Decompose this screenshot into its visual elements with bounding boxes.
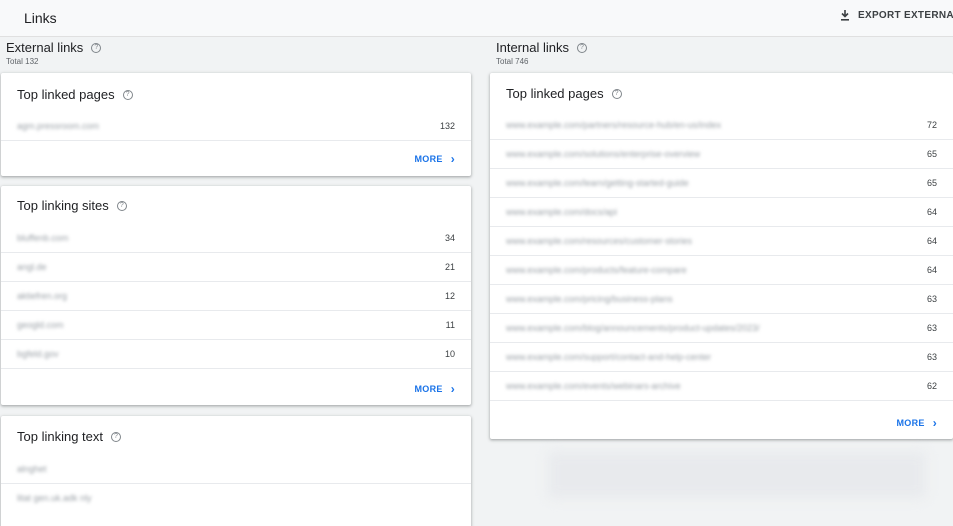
- external-top-linked-pages-card: Top linked pages ? agm.pressroom.com 132…: [1, 73, 471, 176]
- table-row[interactable]: www.example.com/partners/resource-hub/en…: [490, 111, 953, 140]
- row-label: bluffenb.com: [17, 233, 69, 243]
- internal-top-linked-pages-card: Top linked pages ? www.example.com/partn…: [490, 73, 953, 439]
- more-button[interactable]: MORE ›: [414, 381, 456, 396]
- card-title: Top linked pages: [17, 87, 115, 102]
- table-row[interactable]: aktiefren.org 12: [1, 282, 471, 311]
- table-row[interactable]: angl.de 21: [1, 253, 471, 282]
- row-value: 65: [926, 178, 937, 188]
- row-label: angl.de: [17, 262, 47, 272]
- row-label: www.example.com/support/contact-and-help…: [506, 352, 712, 362]
- page-title: Links: [24, 10, 57, 26]
- row-label: agm.pressroom.com: [17, 121, 100, 131]
- row-label: www.example.com/resources/customer-stori…: [506, 236, 693, 246]
- internal-links-total: Total 746: [496, 57, 529, 66]
- row-value: 63: [926, 323, 937, 333]
- row-value: 62: [926, 381, 937, 391]
- row-label: www.example.com/pricing/business-plans: [506, 294, 673, 304]
- table-row[interactable]: alnghet: [1, 455, 471, 484]
- row-label: litat gen.uk.adk nly: [17, 493, 92, 503]
- row-label: aktiefren.org: [17, 291, 68, 301]
- card-title: Top linked pages: [506, 86, 604, 101]
- help-icon[interactable]: ?: [576, 42, 587, 53]
- export-label: EXPORT EXTERNAL LINKS: [858, 10, 953, 21]
- row-value: 63: [926, 294, 937, 304]
- row-label: geogld.com: [17, 320, 64, 330]
- row-label: www.example.com/partners/resource-hub/en…: [506, 120, 722, 130]
- external-links-header: External links? Total 132: [6, 40, 102, 66]
- table-row[interactable]: geogld.com 11: [1, 311, 471, 340]
- chevron-right-icon: ›: [932, 415, 937, 430]
- header-bar: Links EXPORT EXTERNAL LINKS: [0, 0, 953, 37]
- loading-placeholder: [548, 452, 926, 498]
- more-label: MORE: [414, 384, 443, 394]
- help-icon[interactable]: ?: [611, 88, 622, 99]
- table-row[interactable]: bluffenb.com 34: [1, 224, 471, 253]
- row-label: www.example.com/learn/getting-started-gu…: [506, 178, 689, 188]
- table-row[interactable]: www.example.com/support/contact-and-help…: [490, 343, 953, 372]
- table-row[interactable]: www.example.com/events/webinars-archive …: [490, 372, 953, 401]
- download-icon: [841, 10, 849, 21]
- row-value: 72: [926, 120, 937, 130]
- row-label: bgfeld.gov: [17, 349, 59, 359]
- table-row[interactable]: www.example.com/learn/getting-started-gu…: [490, 169, 953, 198]
- internal-links-heading: Internal links: [496, 40, 569, 55]
- chevron-right-icon: ›: [450, 151, 455, 166]
- row-label: www.example.com/events/webinars-archive: [506, 381, 681, 391]
- row-label: www.example.com/solutions/enterprise-ove…: [506, 149, 701, 159]
- row-value: 21: [444, 262, 455, 272]
- row-value: 64: [926, 265, 937, 275]
- help-icon[interactable]: ?: [111, 431, 121, 442]
- external-top-linking-sites-card: Top linking sites ? bluffenb.com 34 angl…: [1, 186, 471, 405]
- more-label: MORE: [896, 418, 925, 428]
- help-icon[interactable]: ?: [122, 89, 133, 100]
- row-value: 34: [444, 233, 455, 243]
- help-icon[interactable]: ?: [116, 200, 127, 211]
- internal-links-header: Internal links? Total 746: [496, 40, 587, 66]
- row-value: 65: [926, 149, 937, 159]
- external-links-heading: External links: [6, 40, 84, 55]
- card-title: Top linking sites: [17, 198, 109, 213]
- more-button[interactable]: MORE ›: [896, 415, 938, 430]
- row-value: 64: [926, 207, 937, 217]
- external-top-linking-text-card: Top linking text ? alnghet litat gen.uk.…: [1, 416, 471, 526]
- more-button[interactable]: MORE ›: [414, 151, 456, 166]
- table-row[interactable]: bgfeld.gov 10: [1, 340, 471, 369]
- external-links-total: Total 132: [6, 57, 39, 66]
- more-label: MORE: [414, 154, 443, 164]
- table-row[interactable]: www.example.com/pricing/business-plans 6…: [490, 285, 953, 314]
- chevron-right-icon: ›: [450, 381, 455, 396]
- row-label: alnghet: [17, 464, 47, 474]
- row-label: www.example.com/blog/announcements/produ…: [506, 323, 760, 333]
- table-row[interactable]: www.example.com/products/feature-compare…: [490, 256, 953, 285]
- row-value: 64: [926, 236, 937, 246]
- row-label: www.example.com/docs/api: [506, 207, 618, 217]
- row-value: 132: [439, 121, 455, 131]
- export-external-links-button[interactable]: EXPORT EXTERNAL LINKS: [840, 0, 953, 37]
- row-value: 10: [444, 349, 455, 359]
- row-value: 63: [926, 352, 937, 362]
- table-row[interactable]: www.example.com/solutions/enterprise-ove…: [490, 140, 953, 169]
- table-row[interactable]: www.example.com/resources/customer-stori…: [490, 227, 953, 256]
- help-icon[interactable]: ?: [91, 42, 102, 53]
- table-row[interactable]: www.example.com/docs/api 64: [490, 198, 953, 227]
- table-row[interactable]: www.example.com/blog/announcements/produ…: [490, 314, 953, 343]
- row-value: 12: [444, 291, 455, 301]
- table-row[interactable]: litat gen.uk.adk nly: [1, 484, 471, 513]
- row-value: 11: [445, 320, 455, 330]
- row-label: www.example.com/products/feature-compare: [506, 265, 687, 275]
- card-title: Top linking text: [17, 429, 103, 444]
- table-row[interactable]: agm.pressroom.com 132: [1, 112, 471, 141]
